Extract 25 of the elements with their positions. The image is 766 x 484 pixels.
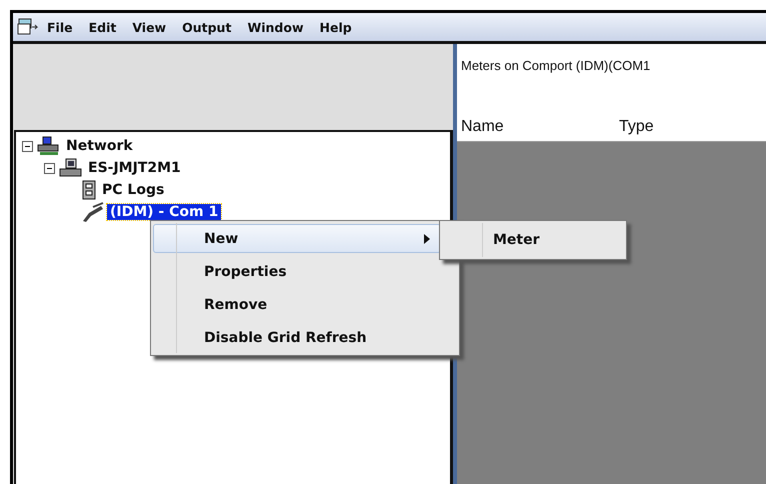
menu-item[interactable]: Help (312, 18, 360, 36)
app-icon[interactable] (17, 18, 39, 36)
menu-item[interactable]: Disable Grid Refresh (153, 323, 441, 352)
cable-plug-icon (81, 202, 105, 222)
collapse-toggle[interactable] (44, 162, 55, 174)
file-cabinet-icon (81, 180, 97, 200)
column-header[interactable]: Name (457, 118, 615, 136)
column-header[interactable]: Type (615, 118, 766, 136)
tree-item[interactable]: (IDM) - Com 1 (107, 204, 222, 220)
menu-item[interactable]: Window (239, 18, 312, 36)
menu-item[interactable]: Output (174, 18, 240, 36)
menu-item[interactable]: New (153, 224, 441, 253)
menu-item[interactable]: File (39, 18, 81, 36)
menu-item[interactable]: Remove (153, 290, 441, 319)
network-computers-icon (37, 136, 61, 156)
submenu-arrow-icon (424, 234, 430, 244)
tree-item[interactable]: ES-JMJT2M1 (85, 160, 184, 176)
menu-item[interactable]: Edit (80, 18, 124, 36)
tree-item[interactable]: Network (63, 138, 136, 154)
computer-icon (59, 158, 83, 178)
menu-item[interactable]: View (124, 18, 174, 36)
menu-item[interactable]: Meter (442, 224, 624, 256)
menu-item[interactable]: Properties (153, 257, 441, 286)
tree-item[interactable]: PC Logs (99, 182, 168, 198)
collapse-toggle[interactable] (22, 140, 33, 152)
